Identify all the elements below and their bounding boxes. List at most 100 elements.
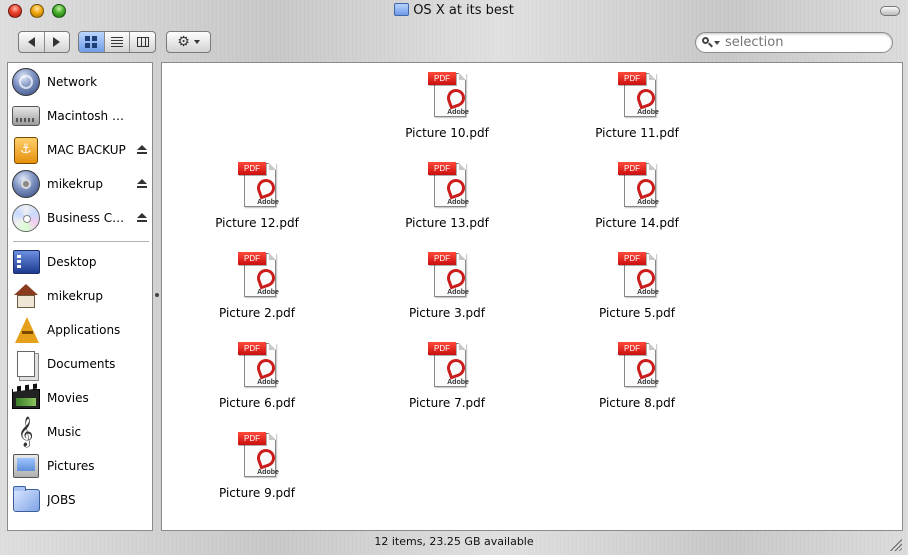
pdf-brand-text: Adobe xyxy=(447,109,469,116)
pdf-badge: PDF xyxy=(238,432,266,445)
resize-grip-icon[interactable] xyxy=(890,539,902,551)
pdf-file-icon: Adobe PDF xyxy=(428,342,469,388)
pdf-file-icon: Adobe PDF xyxy=(428,162,469,208)
forward-button[interactable] xyxy=(45,32,70,52)
sidebar-item-idisk[interactable]: mikekrup xyxy=(8,168,152,200)
sidebar-item-pictures[interactable]: Pictures xyxy=(8,450,152,482)
file-item[interactable]: Adobe PDF Picture 11.pdf xyxy=(562,65,712,145)
hard-drive-icon xyxy=(11,101,41,131)
icon-view-icon xyxy=(85,36,98,48)
sidebar-item-label: Movies xyxy=(47,391,89,405)
pdf-badge: PDF xyxy=(618,72,646,85)
back-button[interactable] xyxy=(19,32,45,52)
file-item[interactable]: Adobe PDF Picture 7.pdf xyxy=(372,335,522,415)
sidebar-item-label: Network xyxy=(47,75,98,89)
toolbar-toggle-button[interactable] xyxy=(880,6,900,16)
sidebar-item-label: Pictures xyxy=(47,459,95,473)
file-name: Picture 3.pdf xyxy=(409,306,485,320)
music-icon: 𝄞 xyxy=(18,417,34,447)
sidebar-item-desktop[interactable]: Desktop xyxy=(8,246,152,278)
pdf-file-icon: Adobe PDF xyxy=(618,342,659,388)
search-options-chevron-icon[interactable] xyxy=(714,40,720,45)
pdf-badge: PDF xyxy=(238,162,266,175)
file-item[interactable]: Adobe PDF Picture 2.pdf xyxy=(182,245,332,325)
pdf-file-icon: Adobe PDF xyxy=(428,72,469,118)
file-browser-content: Adobe PDF Picture 10.pdf Adobe PDF Pictu… xyxy=(161,62,903,531)
gear-icon: ⚙ xyxy=(177,34,190,50)
eject-icon[interactable] xyxy=(137,179,147,188)
file-item[interactable]: Adobe PDF Picture 3.pdf xyxy=(372,245,522,325)
icon-view-button[interactable] xyxy=(79,32,105,52)
search-field[interactable] xyxy=(695,32,893,53)
window-title-text: OS X at its best xyxy=(413,3,514,18)
sidebar-resize-handle[interactable] xyxy=(155,293,159,297)
pdf-badge: PDF xyxy=(238,342,266,355)
eject-icon[interactable] xyxy=(137,145,147,154)
sidebar-item-documents[interactable]: Documents xyxy=(8,348,152,380)
file-item[interactable]: Adobe PDF Picture 10.pdf xyxy=(372,65,522,145)
file-item[interactable]: Adobe PDF Picture 14.pdf xyxy=(562,155,712,235)
pdf-badge: PDF xyxy=(618,162,646,175)
action-menu-inner: ⚙ xyxy=(167,32,210,52)
file-item[interactable]: Adobe PDF Picture 8.pdf xyxy=(562,335,712,415)
file-name: Picture 5.pdf xyxy=(599,306,675,320)
file-item[interactable]: Adobe PDF Picture 12.pdf xyxy=(182,155,332,235)
sidebar-item-label: mikekrup xyxy=(47,177,104,191)
status-text: 12 items, 23.25 GB available xyxy=(374,535,534,548)
sidebar-item-applications[interactable]: Applications xyxy=(8,314,152,346)
search-input[interactable] xyxy=(725,35,885,50)
pdf-file-icon: Adobe PDF xyxy=(618,252,659,298)
view-mode-control xyxy=(78,31,156,53)
sidebar-item-home[interactable]: mikekrup xyxy=(8,280,152,312)
home-icon xyxy=(11,281,41,311)
search-icon[interactable] xyxy=(702,37,713,48)
file-name: Picture 13.pdf xyxy=(405,216,489,230)
network-globe-icon xyxy=(11,67,41,97)
forward-arrow-icon xyxy=(53,37,61,47)
sidebar-item-jobs[interactable]: JOBS xyxy=(8,484,152,516)
pdf-brand-text: Adobe xyxy=(637,199,659,206)
pdf-brand-text: Adobe xyxy=(637,109,659,116)
sidebar-item-label: Documents xyxy=(47,357,116,371)
pdf-file-icon: Adobe PDF xyxy=(618,162,659,208)
file-name: Picture 8.pdf xyxy=(599,396,675,410)
sidebar-item-macintosh-hd[interactable]: Macintosh HD xyxy=(8,100,152,132)
list-view-button[interactable] xyxy=(105,32,131,52)
sidebar-item-label: Desktop xyxy=(47,255,97,269)
column-view-icon xyxy=(136,37,149,47)
pdf-file-icon: Adobe PDF xyxy=(238,162,279,208)
pdf-badge: PDF xyxy=(428,72,456,85)
sidebar-item-label: Macintosh HD xyxy=(47,109,129,123)
sidebar-item-label: Business Ca... xyxy=(47,211,129,225)
sidebar-item-network[interactable]: Network xyxy=(8,66,152,98)
sidebar-item-music[interactable]: 𝄞 Music xyxy=(8,416,152,448)
sidebar-item-movies[interactable]: Movies xyxy=(8,382,152,414)
sidebar: Network Macintosh HD MAC BACKUP mikekrup… xyxy=(7,62,153,531)
folder-icon xyxy=(11,485,41,515)
desktop-icon xyxy=(11,247,41,277)
pdf-brand-text: Adobe xyxy=(447,289,469,296)
file-item[interactable]: Adobe PDF Picture 6.pdf xyxy=(182,335,332,415)
pdf-file-icon: Adobe PDF xyxy=(238,252,279,298)
pdf-brand-text: Adobe xyxy=(257,469,279,476)
pdf-brand-text: Adobe xyxy=(637,289,659,296)
file-item[interactable]: Adobe PDF Picture 9.pdf xyxy=(182,425,332,505)
action-menu-button[interactable]: ⚙ xyxy=(166,31,211,53)
file-name: Picture 6.pdf xyxy=(219,396,295,410)
file-item[interactable]: Adobe PDF Picture 13.pdf xyxy=(372,155,522,235)
sidebar-item-business-card[interactable]: Business Ca... xyxy=(8,202,152,234)
pdf-brand-text: Adobe xyxy=(637,379,659,386)
pictures-icon xyxy=(11,451,41,481)
pdf-brand-text: Adobe xyxy=(447,199,469,206)
sidebar-item-mac-backup[interactable]: MAC BACKUP xyxy=(8,134,152,166)
pdf-brand-text: Adobe xyxy=(257,379,279,386)
pdf-badge: PDF xyxy=(428,342,456,355)
sidebar-item-label: Applications xyxy=(47,323,121,337)
file-name: Picture 14.pdf xyxy=(595,216,679,230)
file-item[interactable]: Adobe PDF Picture 5.pdf xyxy=(562,245,712,325)
pdf-file-icon: Adobe PDF xyxy=(428,252,469,298)
column-view-button[interactable] xyxy=(130,32,155,52)
file-name: Picture 7.pdf xyxy=(409,396,485,410)
title-bar[interactable]: OS X at its best xyxy=(0,0,908,22)
eject-icon[interactable] xyxy=(137,213,147,222)
